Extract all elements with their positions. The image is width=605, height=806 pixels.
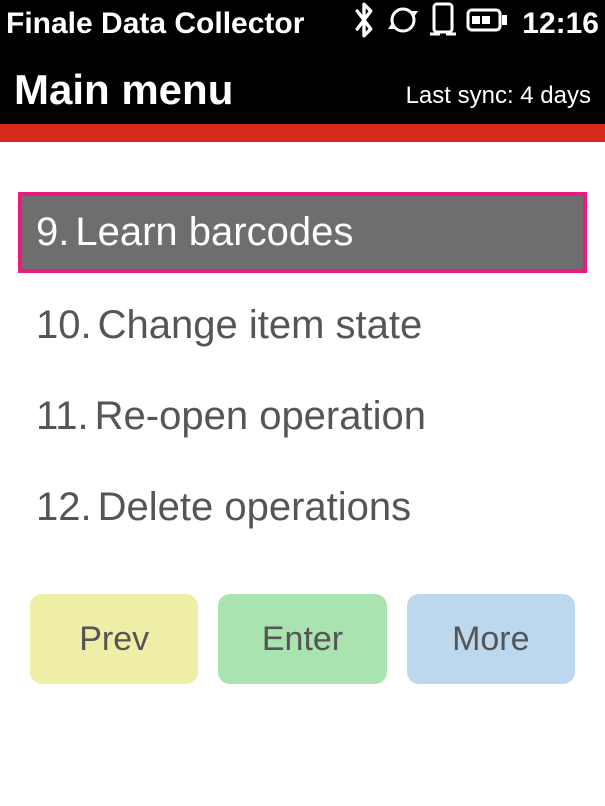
- device-icon: [428, 2, 458, 46]
- menu-item-num: 11.: [36, 394, 89, 438]
- more-button[interactable]: More: [407, 594, 575, 684]
- menu-item-delete-operations[interactable]: 12.Delete operations: [18, 469, 587, 546]
- bluetooth-icon: [350, 2, 378, 46]
- app-title: Finale Data Collector: [6, 7, 350, 41]
- menu-item-num: 9.: [36, 210, 69, 254]
- menu-item-label: Change item state: [98, 303, 423, 347]
- menu-item-reopen-operation[interactable]: 11.Re-open operation: [18, 378, 587, 455]
- menu-item-learn-barcodes[interactable]: 9.Learn barcodes: [18, 192, 587, 273]
- enter-button[interactable]: Enter: [218, 594, 386, 684]
- menu-list: 9.Learn barcodes 10.Change item state 11…: [0, 142, 605, 580]
- menu-item-num: 10.: [36, 303, 92, 347]
- soft-button-row: Prev Enter More: [0, 580, 605, 694]
- header: Main menu Last sync: 4 days: [0, 48, 605, 124]
- page-title: Main menu: [14, 66, 406, 114]
- sync-icon: [386, 3, 420, 45]
- status-icons: 12:16: [350, 2, 599, 46]
- status-bar: Finale Data Collector: [0, 0, 605, 48]
- prev-button[interactable]: Prev: [30, 594, 198, 684]
- menu-item-label: Learn barcodes: [75, 210, 353, 254]
- menu-item-label: Re-open operation: [95, 394, 426, 438]
- battery-icon: [466, 6, 508, 42]
- menu-item-change-item-state[interactable]: 10.Change item state: [18, 287, 587, 364]
- menu-item-num: 12.: [36, 485, 92, 529]
- clock: 12:16: [522, 7, 599, 41]
- accent-strip: [0, 124, 605, 142]
- menu-item-label: Delete operations: [98, 485, 412, 529]
- last-sync-label: Last sync: 4 days: [406, 82, 591, 114]
